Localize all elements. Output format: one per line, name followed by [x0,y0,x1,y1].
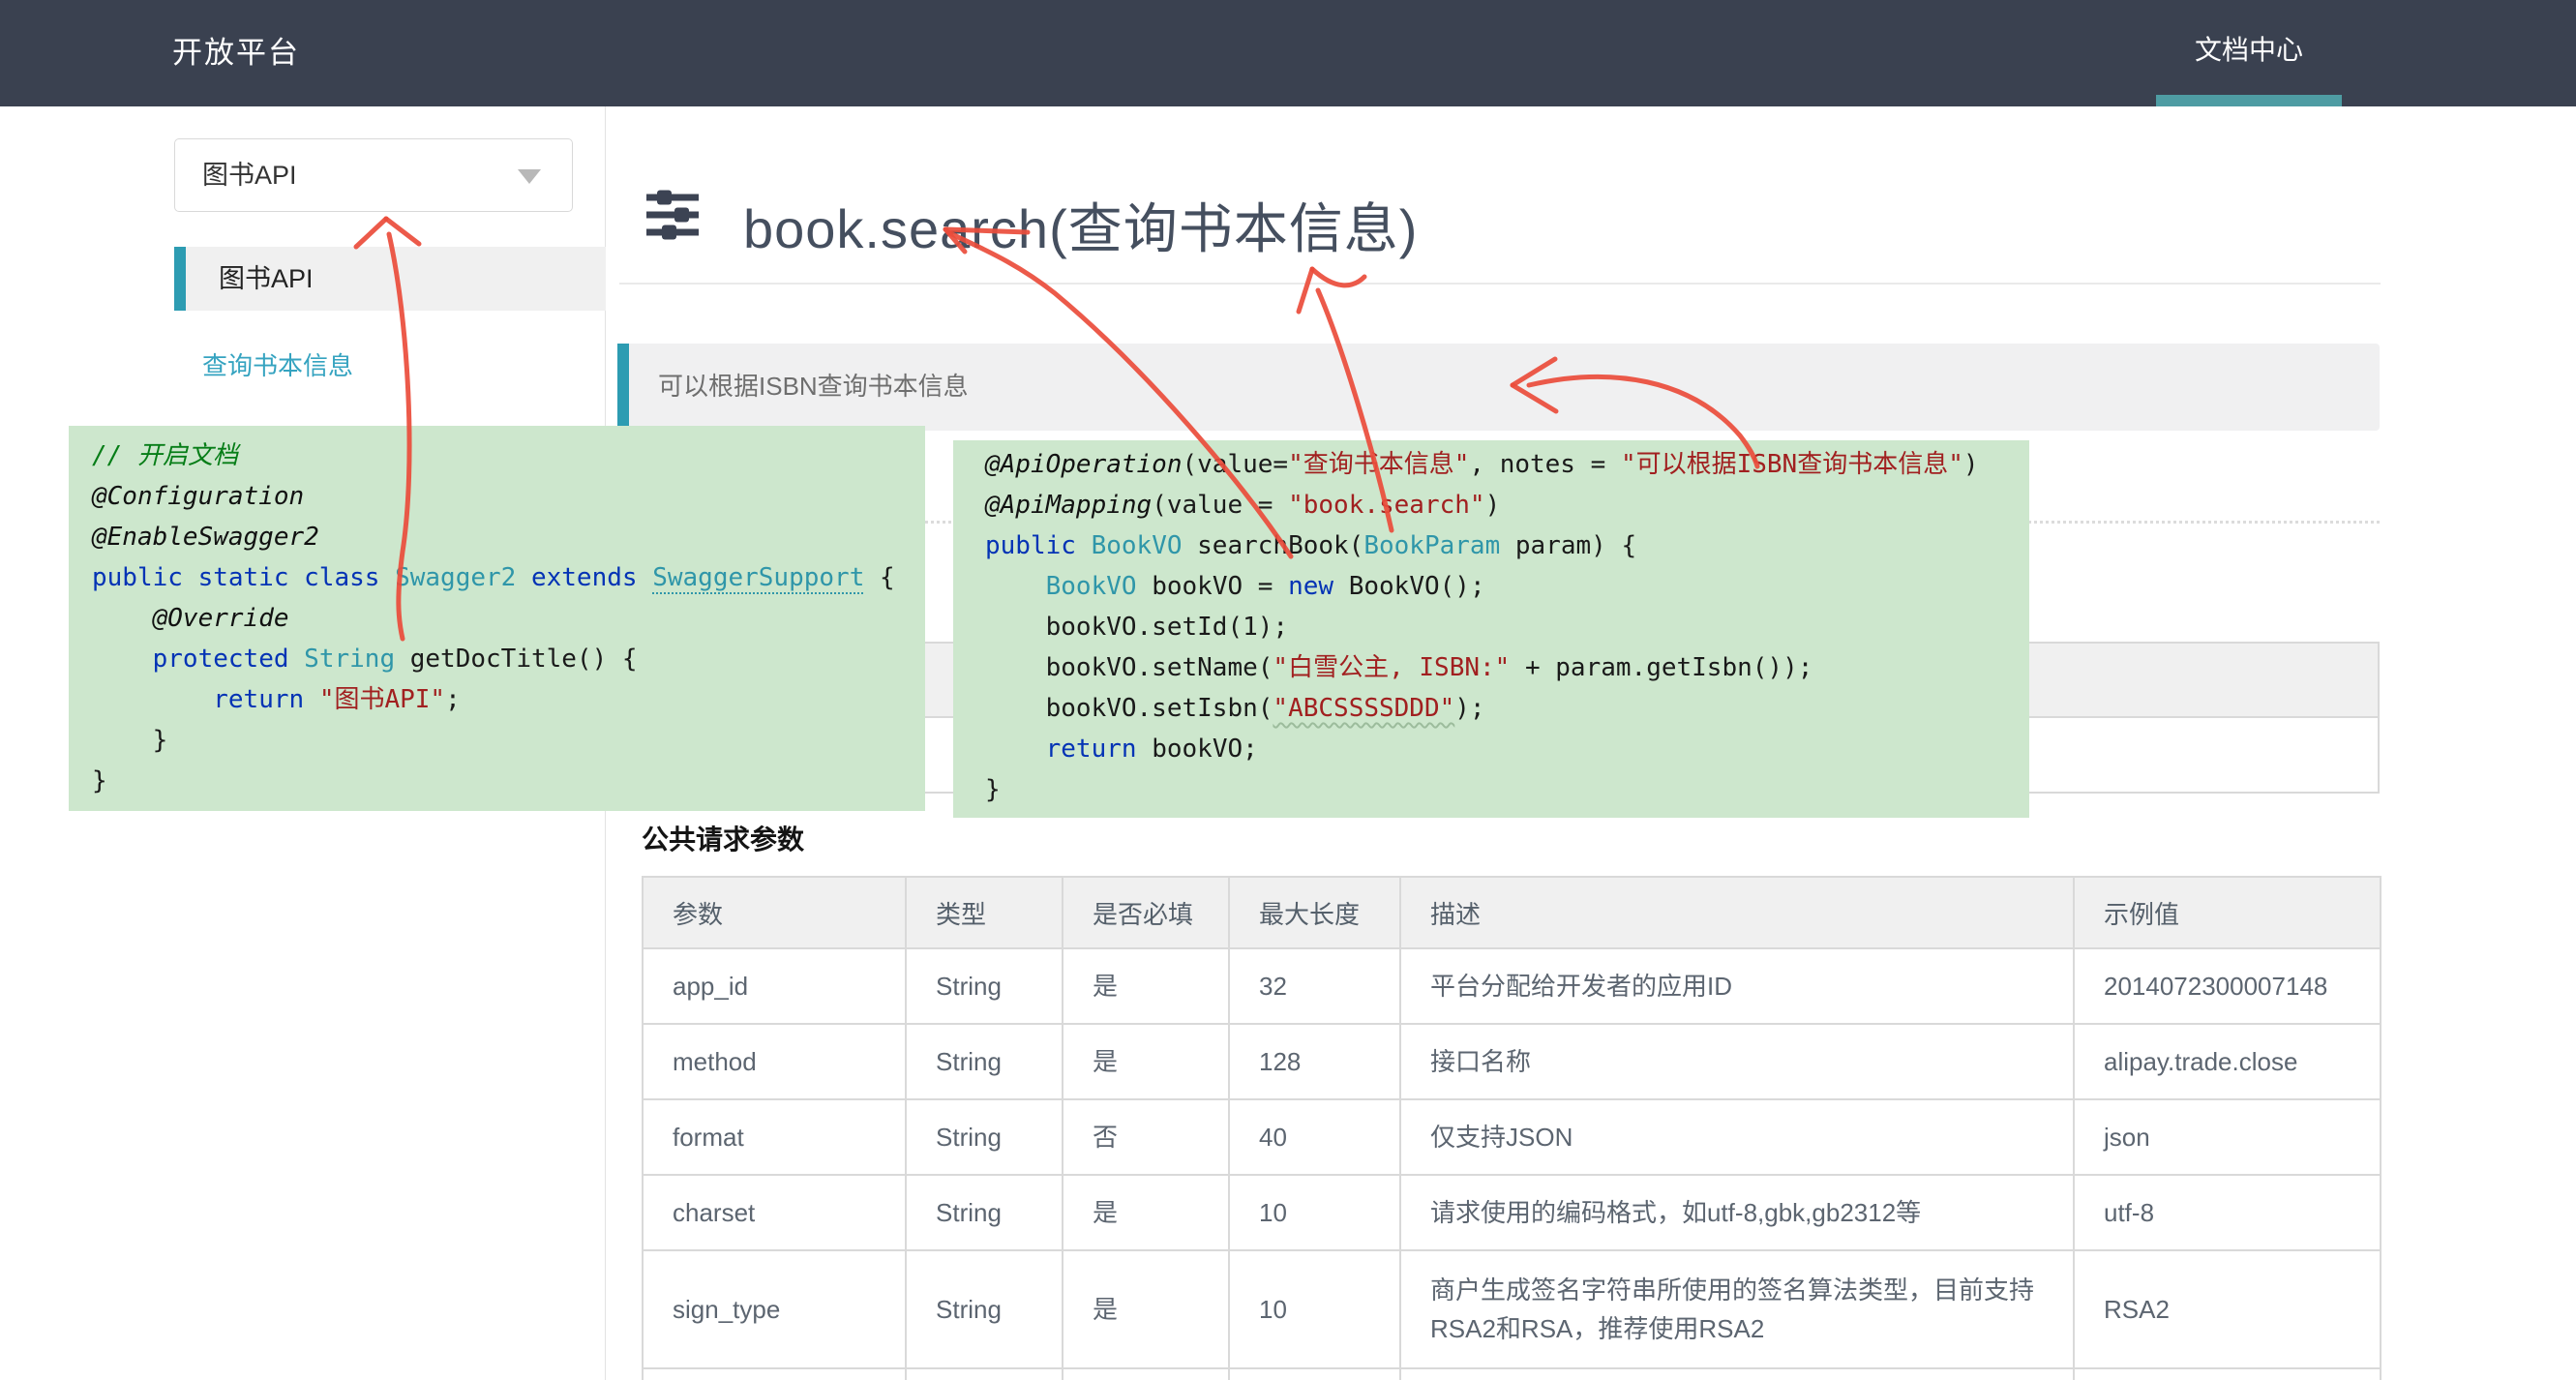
table-header-row: 参数类型是否必填最大长度描述示例值 [643,877,2381,948]
public-request-params-table-wrap: 参数类型是否必填最大长度描述示例值 app_idString是32平台分配给开发… [642,876,2380,1380]
table-header-cell: 类型 [906,877,1063,948]
table-cell: String [906,1099,1063,1175]
table-cell: String [906,948,1063,1024]
table-cell: 平台分配给开发者的应用ID [1400,948,2074,1024]
sidebar-item-label: 图书API [219,247,606,311]
table-cell: 32 [1229,948,1400,1024]
table-cell: 40 [1229,1099,1400,1175]
table-cell [1229,1368,1400,1380]
table-header-cell: 最大长度 [1229,877,1400,948]
code-line: @ApiMapping(value = "book.search") [985,485,2029,525]
code-line: @Configuration [92,476,925,517]
table-header-cell: 参数 [643,877,906,948]
table-cell: 接口名称 [1400,1024,2074,1099]
table-cell: 请求使用的编码格式，如utf-8,gbk,gb2312等 [1400,1175,2074,1250]
table-cell [643,1368,906,1380]
table-cell: utf-8 [2074,1175,2381,1250]
page: 开放平台 文档中心 图书API 图书API 查询书本信息 book.search… [0,0,2576,1380]
code-line: BookVO bookVO = new BookVO(); [985,566,2029,607]
table-header-cell: 是否必填 [1063,877,1229,948]
code-line: } [92,761,925,801]
table-cell: 是 [1063,948,1229,1024]
swagger-config-code-snippet: // 开启文档@Configuration@EnableSwagger2publ… [69,426,925,811]
api-group-dropdown[interactable]: 图书API [174,138,573,212]
api-operation-code-snippet: @ApiOperation(value="查询书本信息", notes = "可… [953,440,2029,818]
table-cell: 2014072300007148 [2074,948,2381,1024]
table-cell: 128 [1229,1024,1400,1099]
table-cell: charset [643,1175,906,1250]
table-cell: 是 [1063,1175,1229,1250]
dropdown-selected-value: 图书API [202,139,297,211]
code-line: @Override [92,598,925,639]
table-cell: app_id [643,948,906,1024]
code-line: @EnableSwagger2 [92,517,925,557]
table-cell: 否 [1063,1099,1229,1175]
table-cell [1063,1368,1229,1380]
table-cell: json [2074,1099,2381,1175]
section-heading: 公共请求参数 [642,819,804,857]
table-cell: 仅支持JSON [1400,1099,2074,1175]
table-cell: 10 [1229,1175,1400,1250]
chevron-down-icon [518,169,541,184]
table-cell [906,1368,1063,1380]
code-line: protected String getDocTitle() { [92,639,925,679]
table-row: charsetString是10请求使用的编码格式，如utf-8,gbk,gb2… [643,1175,2381,1250]
public-request-params-table: 参数类型是否必填最大长度描述示例值 app_idString是32平台分配给开发… [642,876,2381,1380]
table-cell: 商户生成签名字符串所使用的签名算法类型，目前支持RSA2和RSA，推荐使用RSA… [1400,1250,2074,1368]
table-cell: String [906,1250,1063,1368]
nav-active-underline [2156,95,2342,106]
code-line: @ApiOperation(value="查询书本信息", notes = "可… [985,444,2029,485]
table-cell: sign_type [643,1250,906,1368]
table-cell: 10 [1229,1250,1400,1368]
brand-title: 开放平台 [172,0,300,106]
code-line: bookVO.setName("白雪公主, ISBN:" + param.get… [985,647,2029,688]
nav-item-doc-center[interactable]: 文档中心 [2156,0,2342,106]
code-line: bookVO.setIsbn("ABCSSSSDDD"); [985,688,2029,729]
table-row: methodString是128接口名称alipay.trade.close [643,1024,2381,1099]
table-cell: RSA2 [2074,1250,2381,1368]
code-line: // 开启文档 [92,435,925,476]
sidebar-item-book-api[interactable]: 图书API [174,247,606,311]
title-divider [619,283,2381,285]
table-header-cell: 描述 [1400,877,2074,948]
table-cell: 是 [1063,1250,1229,1368]
table-row: app_idString是32平台分配给开发者的应用ID201407230000… [643,948,2381,1024]
table-cell: String [906,1024,1063,1099]
sliders-icon [644,190,701,240]
page-title: book.search(查询书本信息) [743,186,1418,264]
table-row [643,1368,2381,1380]
table-row: formatString否40仅支持JSONjson [643,1099,2381,1175]
table-cell [1400,1368,2074,1380]
code-line: return "图书API"; [92,679,925,720]
table-cell: String [906,1175,1063,1250]
table-header-cell: 示例值 [2074,877,2381,948]
code-line: bookVO.setId(1); [985,607,2029,647]
table-row: sign_typeString是10商户生成签名字符串所使用的签名算法类型，目前… [643,1250,2381,1368]
notice-text: 可以根据ISBN查询书本信息 [658,344,2380,429]
sidebar-link-query-book-info[interactable]: 查询书本信息 [202,346,353,382]
notice-bar: 可以根据ISBN查询书本信息 [617,344,2380,431]
code-line: public BookVO searchBook(BookParam param… [985,525,2029,566]
code-line: } [92,720,925,761]
table-cell [2074,1368,2381,1380]
code-line: public static class Swagger2 extends Swa… [92,557,925,598]
code-line: } [985,769,2029,810]
code-line: return bookVO; [985,729,2029,769]
table-cell: format [643,1099,906,1175]
top-navbar: 开放平台 文档中心 [0,0,2576,106]
table-cell: method [643,1024,906,1099]
table-cell: alipay.trade.close [2074,1024,2381,1099]
table-cell: 是 [1063,1024,1229,1099]
